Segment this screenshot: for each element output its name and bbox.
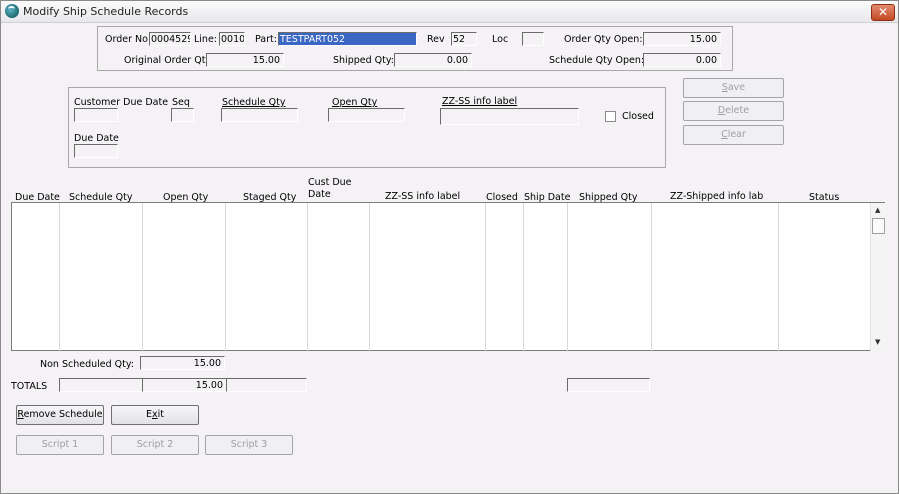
grid-col-divider (143, 203, 226, 352)
grid-col-divider (60, 203, 143, 352)
col-cust-due-date-line1[interactable]: Cust Due (308, 177, 352, 188)
exit-button[interactable]: Exit (111, 405, 199, 425)
due-date-label: Due Date (74, 133, 119, 144)
grid-col-divider (308, 203, 370, 352)
schedule-qty-open-field: 0.00 (643, 53, 721, 67)
seq-label: Seq (172, 97, 190, 108)
closed-label: Closed (622, 111, 654, 122)
zz-ss-info-label: ZZ-SS info label (442, 96, 518, 107)
col-zz-shipped-info[interactable]: ZZ-Shipped info lab (670, 191, 763, 202)
schedule-qty-field[interactable] (221, 108, 298, 122)
total-staged-qty-field (226, 378, 307, 392)
order-qty-open-label: Order Qty Open: (564, 34, 643, 45)
script-1-button[interactable]: Script 1 (16, 435, 104, 455)
due-date-field[interactable] (74, 144, 118, 158)
zz-ss-info-field[interactable] (440, 108, 579, 125)
part-label: Part: (255, 34, 277, 45)
script-2-button[interactable]: Script 2 (111, 435, 199, 455)
col-cust-due-date-line2[interactable]: Date (308, 189, 331, 200)
close-button[interactable]: ✕ (871, 4, 895, 21)
non-scheduled-qty-field: 15.00 (140, 356, 225, 370)
grid-col-divider (568, 203, 652, 352)
grid-col-divider (486, 203, 524, 352)
non-scheduled-qty-label: Non Scheduled Qty: (40, 359, 134, 370)
open-qty-label: Open Qty (332, 97, 378, 108)
rev-label: Rev (427, 34, 445, 45)
clear-button[interactable]: Clear (683, 125, 784, 145)
clear-rest: lear (727, 129, 746, 140)
schedule-grid[interactable] (11, 202, 885, 352)
scroll-up-icon[interactable]: ▲ (875, 206, 880, 214)
title-bar[interactable]: Modify Ship Schedule Records ✕ (1, 1, 898, 23)
customer-due-date-label: Customer Due Date (74, 97, 169, 108)
modify-ship-schedule-window: Modify Ship Schedule Records ✕ Order No:… (0, 0, 899, 494)
delete-rest: elete (725, 105, 750, 116)
grid-col-divider (652, 203, 779, 352)
grid-col-divider (226, 203, 308, 352)
schedule-qty-open-label: Schedule Qty Open: (549, 55, 645, 66)
remove-schedule-button[interactable]: Remove Schedule (16, 405, 104, 425)
window-title: Modify Ship Schedule Records (23, 5, 189, 18)
exit-rest: it (157, 409, 164, 420)
total-schedule-qty-field (59, 378, 143, 392)
scroll-down-icon[interactable]: ▼ (875, 338, 880, 346)
line-field[interactable]: 0010 (219, 32, 245, 46)
delete-button[interactable]: Delete (683, 101, 784, 121)
clear-hotkey: C (721, 129, 728, 140)
part-field[interactable]: TESTPART052 (278, 32, 417, 46)
grid-col-divider (12, 203, 60, 352)
app-icon (5, 4, 19, 18)
closed-checkbox[interactable] (605, 111, 616, 122)
original-order-qty-label: Original Order Qty: (124, 55, 214, 66)
schedule-qty-label: Schedule Qty (222, 97, 286, 108)
grid-col-divider (524, 203, 568, 352)
rev-field[interactable]: 52 (451, 32, 477, 46)
remove-schedule-rest: emove Schedule (23, 409, 103, 420)
totals-label: TOTALS (11, 381, 48, 392)
order-no-label: Order No: (105, 34, 152, 45)
line-label: Line: (194, 34, 217, 45)
seq-field[interactable] (171, 108, 194, 122)
grid-vertical-scrollbar[interactable]: ▲ ▼ (870, 203, 886, 351)
script-3-button[interactable]: Script 3 (205, 435, 293, 455)
save-rest: ave (727, 82, 746, 93)
order-qty-open-field: 15.00 (643, 32, 721, 46)
order-no-field[interactable]: 0004529 (149, 32, 191, 46)
total-shipped-qty-field (567, 378, 650, 392)
scroll-thumb[interactable] (872, 218, 885, 234)
col-zz-ss-info[interactable]: ZZ-SS info label (385, 191, 460, 202)
customer-due-date-field[interactable] (74, 108, 118, 122)
shipped-qty-label: Shipped Qty: (333, 55, 394, 66)
shipped-qty-field: 0.00 (394, 53, 472, 67)
save-button[interactable]: Save (683, 78, 784, 98)
original-order-qty-field: 15.00 (206, 53, 284, 67)
open-qty-field[interactable] (328, 108, 405, 122)
loc-label: Loc (492, 34, 509, 45)
grid-col-divider (370, 203, 486, 352)
loc-field[interactable] (522, 32, 544, 46)
total-open-qty-field: 15.00 (142, 378, 227, 392)
